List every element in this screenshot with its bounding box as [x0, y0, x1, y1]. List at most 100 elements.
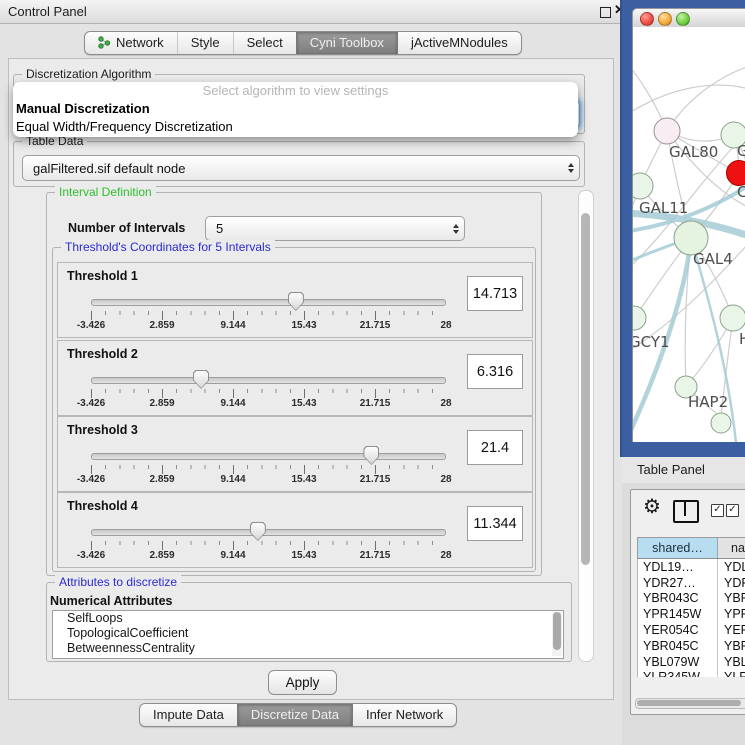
dropdown-placeholder: Select algorithm to view settings [13, 82, 578, 100]
table-panel-title: Table Panel [637, 462, 705, 477]
table-horizontal-scrollbar[interactable] [635, 698, 745, 709]
node-gal11[interactable] [633, 173, 653, 199]
tab-cyni-toolbox[interactable]: Cyni Toolbox [296, 32, 397, 54]
control-panel-window: Control Panel ✕ Network Style Select Cyn… [0, 0, 620, 745]
table-row[interactable]: YPR145WYPR1 [638, 606, 745, 622]
tab-select[interactable]: Select [233, 32, 296, 54]
column-header-name[interactable]: na [718, 538, 745, 558]
table-row[interactable]: YDR27…YDR2 [638, 575, 745, 591]
numerical-attributes-label: Numerical Attributes [50, 594, 172, 608]
tab-jactivemnodules[interactable]: jActiveMNodules [397, 32, 521, 54]
tab-infer-network[interactable]: Infer Network [352, 704, 456, 726]
network-view-window: GAL80 G GAL11 C GAL4 GCY1 H HAP2 [632, 8, 745, 442]
node-label-hap2: HAP2 [688, 393, 728, 411]
algorithm-dropdown-list: Select algorithm to view settings Manual… [13, 82, 578, 137]
table-data-combobox[interactable]: galFiltered.sif default node [22, 155, 580, 181]
node-label-gal4: GAL4 [693, 250, 733, 268]
slider-track[interactable] [91, 299, 446, 306]
bottom-tab-bar: Impute Data Discretize Data Infer Networ… [139, 703, 457, 727]
threshold-4-panel: Threshold 4 -3.4262.8599.14415.4321.7152… [57, 492, 533, 568]
slider-track[interactable] [91, 453, 446, 460]
dropdown-option-manual-discretization[interactable]: Manual Discretization [13, 100, 578, 118]
list-item[interactable]: TopologicalCoefficient [53, 626, 563, 641]
tab-style[interactable]: Style [177, 32, 233, 54]
slider-handle[interactable] [363, 446, 379, 465]
scrollbar-thumb[interactable] [637, 700, 741, 706]
node-red-selected[interactable] [727, 161, 745, 186]
control-panel-titlebar: Control Panel ✕ [0, 0, 620, 24]
attributes-group-title: Attributes to discretize [55, 575, 181, 589]
table-row[interactable]: YLR345WYLR3 [638, 670, 745, 677]
node-gal80[interactable] [654, 118, 680, 144]
float-window-icon[interactable] [600, 7, 611, 18]
checkbox-icon[interactable]: ✓ [711, 504, 724, 517]
node-label-gal11: GAL11 [639, 199, 688, 217]
network-icon [98, 36, 111, 49]
table-row[interactable]: YBL079WYBL0 [638, 654, 745, 670]
gear-icon[interactable]: ⚙ [643, 497, 661, 517]
threshold-1-slider[interactable] [91, 291, 446, 311]
number-of-intervals-value: 5 [206, 221, 448, 236]
list-item[interactable]: SelfLoops [53, 611, 563, 626]
list-scrollbar[interactable] [552, 612, 562, 656]
numerical-attributes-list[interactable]: SelfLoops TopologicalCoefficient Between… [52, 610, 564, 659]
screen: Control Panel ✕ Network Style Select Cyn… [0, 0, 745, 745]
dropdown-option-equal-width-frequency[interactable]: Equal Width/Frequency Discretization [13, 118, 578, 136]
threshold-3-slider[interactable] [91, 445, 446, 465]
number-of-intervals-label: Number of Intervals [68, 221, 185, 235]
tab-impute-data[interactable]: Impute Data [140, 704, 237, 726]
threshold-4-slider[interactable] [91, 521, 446, 541]
number-of-intervals-combobox[interactable]: 5 [205, 216, 465, 241]
node-label-partial-c: C [737, 183, 745, 201]
tab-discretize-data[interactable]: Discretize Data [237, 704, 352, 726]
interval-definition-group-title: Interval Definition [55, 185, 156, 199]
threshold-1-value-field[interactable]: 14.713 [467, 276, 523, 311]
node-attribute-table: shared… na YDL19…YDL1 YDR27…YDR2 YBR043C… [637, 537, 745, 677]
combo-stepper-icon [563, 163, 579, 173]
list-item[interactable]: BetweennessCentrality [53, 641, 563, 656]
panel-scrollbar[interactable] [578, 190, 594, 662]
threshold-2-slider[interactable] [91, 369, 446, 389]
node-label-partial-h: H [739, 330, 745, 348]
columns-icon[interactable] [673, 500, 699, 523]
slider-handle[interactable] [193, 370, 209, 389]
tab-network-label: Network [116, 35, 164, 50]
tab-network[interactable]: Network [85, 32, 177, 54]
table-row[interactable]: YBR045CYBR0 [638, 638, 745, 654]
table-data-value: galFiltered.sif default node [23, 161, 563, 176]
window-title: Control Panel [8, 4, 87, 19]
slider-track[interactable] [91, 377, 446, 384]
threshold-4-value-field[interactable]: 11.344 [467, 506, 523, 541]
zoom-traffic-light-icon[interactable] [676, 12, 690, 26]
thresholds-group-title: Threshold's Coordinates for 5 Intervals [61, 240, 275, 254]
scrollbar-thumb[interactable] [581, 213, 590, 565]
apply-button[interactable]: Apply [268, 670, 337, 695]
close-traffic-light-icon[interactable] [640, 12, 654, 26]
node-bottom-partial[interactable] [711, 413, 731, 433]
table-header-row: shared… na [637, 537, 745, 559]
threshold-3-panel: Threshold 3 -3.4262.8599.14415.4321.7152… [57, 416, 533, 492]
table-row[interactable]: YDL19…YDL1 [638, 559, 745, 575]
table-panel-header: Table Panel [622, 457, 745, 484]
table-row[interactable]: YBR043CYBR0 [638, 591, 745, 607]
table-row[interactable]: YER054CYER0 [638, 622, 745, 638]
slider-track[interactable] [91, 529, 446, 536]
threshold-1-panel: Threshold 1 -3.4262.8599.14415.4321.7152… [57, 262, 533, 338]
network-window-titlebar[interactable] [632, 8, 745, 29]
threshold-3-value-field[interactable]: 21.4 [467, 430, 523, 465]
top-tab-bar: Network Style Select Cyni Toolbox jActiv… [84, 31, 522, 55]
node-label-gcy1: GCY1 [633, 333, 670, 351]
threshold-2-value-field[interactable]: 6.316 [467, 354, 523, 389]
minimize-traffic-light-icon[interactable] [658, 12, 672, 26]
slider-handle[interactable] [288, 292, 304, 311]
node-h-partial[interactable] [720, 305, 745, 331]
column-header-shared-name[interactable]: shared… [638, 538, 718, 558]
node-gcy1[interactable] [633, 306, 646, 330]
table-body: YDL19…YDL1 YDR27…YDR2 YBR043CYBR0 YPR145… [637, 559, 745, 677]
combo-stepper-icon [448, 224, 464, 234]
slider-handle[interactable] [250, 522, 266, 541]
discretization-algorithm-group-title: Discretization Algorithm [22, 67, 155, 81]
threshold-2-panel: Threshold 2 -3.4262.8599.14415.4321.7152… [57, 340, 533, 416]
network-canvas[interactable]: GAL80 G GAL11 C GAL4 GCY1 H HAP2 [632, 27, 745, 442]
checkbox-icon[interactable]: ✓ [726, 504, 739, 517]
